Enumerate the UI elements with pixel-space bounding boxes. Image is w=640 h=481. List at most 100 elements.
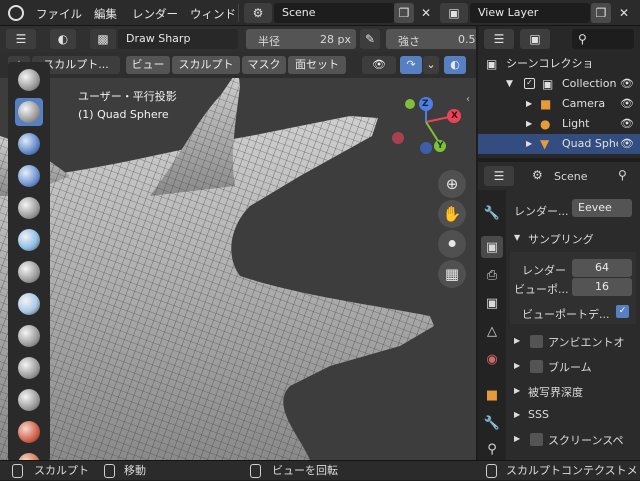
checkbox-icon[interactable]: ✓ xyxy=(524,78,535,89)
scene-tab-icon[interactable]: △ xyxy=(481,320,503,342)
outliner-row-light[interactable]: ▶ ● Light 👁 xyxy=(478,114,640,134)
outliner-row-quad-sphere[interactable]: ▶ ▼ Quad Sphe 👁 xyxy=(478,134,640,154)
panel-screen-space-reflections[interactable]: スクリーンスペ xyxy=(548,432,623,448)
panel-arrow-icon[interactable]: ▶ xyxy=(514,336,520,345)
render-engine-select[interactable]: Eevee xyxy=(572,199,632,217)
panel-arrow-icon[interactable]: ▶ xyxy=(514,386,520,395)
scene-copy-icon[interactable]: ❐ xyxy=(394,3,414,23)
world-tab-icon[interactable]: ◉ xyxy=(481,348,503,370)
outliner-scene-collection[interactable]: ▣ シーンコレクショ xyxy=(478,54,640,74)
pressure-icon[interactable]: ✎ xyxy=(360,29,380,49)
draw-sharp-tool-icon[interactable] xyxy=(15,98,43,126)
eye-icon[interactable]: 👁 xyxy=(620,134,634,154)
menu-file[interactable]: ファイル xyxy=(36,6,82,22)
brush-browse-icon[interactable]: ▩ xyxy=(90,29,116,49)
fill-tool-icon[interactable] xyxy=(15,386,43,414)
view-layer-field[interactable]: View Layer xyxy=(470,3,590,23)
viewport-3d[interactable]: ☰ ◐ ▩ Draw Sharp 半径 28 px ✎ 強さ 0.5 ✦ スカル… xyxy=(0,26,476,460)
menu-sculpt[interactable]: スカルプト xyxy=(172,56,240,74)
panel-arrow-icon[interactable]: ▶ xyxy=(514,410,520,419)
blob-tool-icon[interactable] xyxy=(15,258,43,286)
brush-name-field[interactable]: Draw Sharp xyxy=(118,29,238,49)
render-samples-field[interactable]: 64 xyxy=(572,259,632,277)
physics-tab-icon[interactable]: ⚲ xyxy=(481,438,503,460)
clay-strips-tool-icon[interactable] xyxy=(15,162,43,190)
pin-icon[interactable]: ⚲ xyxy=(618,168,627,182)
render-samples-label: レンダー xyxy=(522,264,566,277)
outliner-search-icon[interactable]: ⚲ xyxy=(572,29,634,49)
blender-logo-icon[interactable] xyxy=(8,5,24,21)
zoom-icon[interactable]: ⊕ xyxy=(438,170,466,198)
view-layer-close-icon[interactable]: ✕ xyxy=(614,3,634,23)
output-tab-icon[interactable]: ⎙ xyxy=(481,264,503,286)
properties-editor-icon[interactable]: ☰ xyxy=(484,166,514,186)
viewport-denoise-checkbox[interactable]: ✓ xyxy=(616,305,629,318)
outliner-display-icon[interactable]: ▣ xyxy=(520,29,550,49)
gizmo-toggle-icon[interactable]: ↷ xyxy=(400,56,422,74)
outliner-row-camera[interactable]: ▶ ■ Camera 👁 xyxy=(478,94,640,114)
render-tab-icon[interactable]: ▣ xyxy=(481,236,503,258)
sidebar-toggle-icon[interactable]: ‹ xyxy=(466,94,476,108)
view-layer-tab-icon[interactable]: ▣ xyxy=(481,292,503,314)
draw-tool-icon[interactable] xyxy=(15,66,43,94)
expand-arrow-icon[interactable]: ▼ xyxy=(506,74,513,94)
ssr-checkbox[interactable] xyxy=(530,433,543,446)
eye-icon[interactable]: 👁 xyxy=(620,114,634,134)
outliner-row-collection[interactable]: ▼ ✓ ▣ Collection 👁 xyxy=(478,74,640,94)
quad-sphere-label: Quad Sphe xyxy=(562,137,618,150)
scene-close-icon[interactable]: ✕ xyxy=(416,3,436,23)
panel-sss[interactable]: SSS xyxy=(528,408,549,421)
menu-face-sets[interactable]: 面セット xyxy=(288,56,346,74)
light-label: Light xyxy=(562,117,590,130)
menu-mask[interactable]: マスク xyxy=(242,56,286,74)
menu-view[interactable]: ビュー xyxy=(126,56,170,74)
ao-checkbox[interactable] xyxy=(530,335,543,348)
camera-view-icon[interactable]: ⚫ xyxy=(438,230,466,258)
gizmo-y-label: Y xyxy=(437,141,444,151)
top-bar: ファイル 編集 レンダー ウィンド ⚙ Scene ❐ ✕ ▣ View Lay… xyxy=(0,0,640,26)
clay-tool-icon[interactable] xyxy=(15,130,43,158)
bloom-checkbox[interactable] xyxy=(530,360,543,373)
sampling-header[interactable]: サンプリング xyxy=(528,231,594,247)
outliner-editor-icon[interactable]: ☰ xyxy=(484,29,514,49)
smooth-tool-icon[interactable] xyxy=(15,322,43,350)
panel-arrow-icon[interactable]: ▶ xyxy=(514,361,520,370)
expand-arrow-icon[interactable]: ▶ xyxy=(526,134,532,154)
pan-hand-icon[interactable]: ✋ xyxy=(438,200,466,228)
strength-label: 強さ xyxy=(398,35,420,48)
view-layer-copy-icon[interactable]: ❐ xyxy=(591,3,611,23)
eye-icon[interactable]: 👁 xyxy=(620,74,634,94)
overlay-toggle-icon[interactable]: ◐ xyxy=(444,56,466,74)
editor-type-icon[interactable]: ☰ xyxy=(6,29,36,49)
expand-arrow-icon[interactable]: ▶ xyxy=(526,94,532,114)
scene-name-field[interactable]: Scene xyxy=(274,3,394,23)
viewport-header: ☰ ◐ ▩ Draw Sharp 半径 28 px ✎ 強さ 0.5 xyxy=(0,26,476,52)
flatten-tool-icon[interactable] xyxy=(15,354,43,382)
viewport-samples-field[interactable]: 16 xyxy=(572,278,632,296)
brush-preview-icon[interactable]: ◐ xyxy=(50,29,76,49)
scene-browse-icon[interactable]: ⚙ xyxy=(244,3,272,23)
panel-arrow-icon[interactable]: ▶ xyxy=(514,434,520,443)
panel-bloom[interactable]: ブルーム xyxy=(548,359,592,375)
panel-depth-of-field[interactable]: 被写界深度 xyxy=(528,384,583,400)
ortho-grid-icon[interactable]: ▦ xyxy=(438,260,466,288)
scrape-tool-icon[interactable] xyxy=(15,418,43,446)
menu-edit[interactable]: 編集 xyxy=(94,6,117,22)
object-tab-icon[interactable]: ■ xyxy=(481,384,503,406)
eye-icon[interactable]: 👁 xyxy=(620,94,634,114)
menu-window[interactable]: ウィンド xyxy=(190,6,236,22)
gizmo-dropdown-icon[interactable]: ⌄ xyxy=(423,56,439,74)
crease-tool-icon[interactable] xyxy=(15,290,43,318)
panel-ambient-occlusion[interactable]: アンビエントオ xyxy=(548,334,625,350)
collection-label: Collection xyxy=(562,77,617,90)
modifier-tab-icon[interactable]: 🔧 xyxy=(481,412,503,434)
inflate-tool-icon[interactable] xyxy=(15,226,43,254)
tool-tab-icon[interactable]: 🔧 xyxy=(481,202,503,224)
menu-render[interactable]: レンダー xyxy=(132,6,178,22)
visibility-icon[interactable]: 👁 xyxy=(362,56,396,74)
expand-arrow-icon[interactable]: ▶ xyxy=(526,114,532,134)
view-layer-browse-icon[interactable]: ▣ xyxy=(440,3,468,23)
viewport-menu-row: ✦ スカルプト... ビュー スカルプト マスク 面セット 👁 ↷ ⌄ ◐ xyxy=(0,52,476,78)
sampling-arrow-icon[interactable]: ▼ xyxy=(514,233,520,242)
layer-tool-icon[interactable] xyxy=(15,194,43,222)
